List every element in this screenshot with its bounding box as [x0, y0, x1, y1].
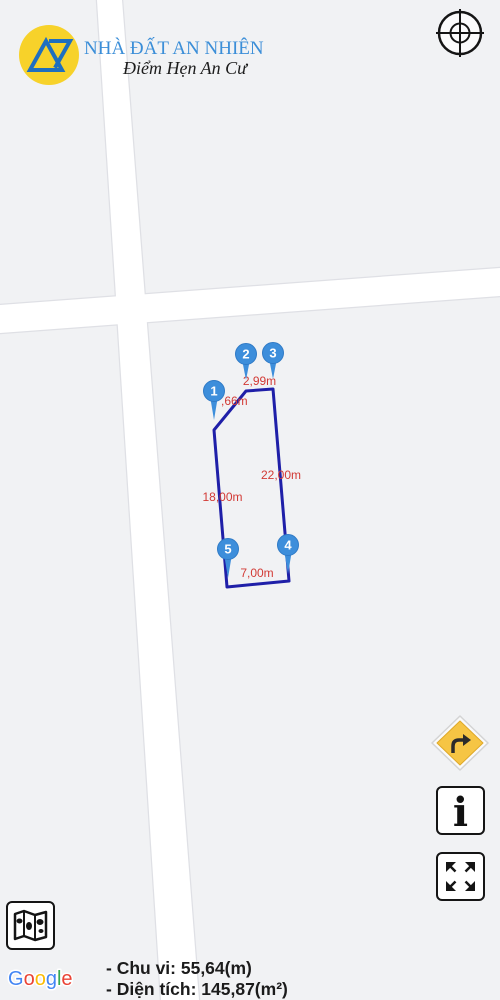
marker-number: 2: [242, 347, 249, 362]
edge-length-label-1-2: ,66m: [221, 394, 248, 408]
folded-map-landmass: [16, 918, 23, 924]
map-layers-button[interactable]: [6, 901, 55, 950]
info-button[interactable]: i: [436, 786, 485, 836]
google-logo-letter: o: [35, 968, 46, 990]
edge-length-label-4-5: 7,00m: [240, 566, 273, 580]
google-logo-letter: G: [8, 968, 24, 990]
marker-number: 4: [284, 538, 292, 553]
area-text: - Diện tích: 145,87(m²): [106, 979, 288, 999]
folded-map-landmass: [36, 919, 44, 925]
brand-logo-icon: [19, 25, 79, 85]
map-background: [0, 0, 500, 1000]
folded-map-landmass: [26, 922, 32, 930]
logo-circle: [19, 25, 79, 85]
folded-map-landmass: [38, 929, 44, 933]
brand-name: NHÀ ĐẤT AN NHIÊN: [84, 37, 264, 59]
google-logo-letter: e: [61, 968, 72, 990]
edge-length-label-2-3: 2,99m: [243, 374, 276, 388]
edge-length-label-5-1: 18,00m: [202, 490, 242, 504]
marker-number: 1: [210, 384, 217, 399]
google-logo-letter: g: [46, 968, 57, 990]
map-layers-icon: [13, 909, 48, 942]
google-logo-letter: o: [24, 968, 35, 990]
edge-length-label-3-4: 22,00m: [261, 468, 301, 482]
google-logo: Google: [8, 968, 73, 990]
marker-number: 3: [269, 346, 276, 361]
info-icon: i: [453, 789, 468, 836]
map-view[interactable]: ,66m 2,99m 22,00m 7,00m 18,00m 1 2 3 4 5: [0, 0, 500, 1000]
fullscreen-button[interactable]: [436, 852, 485, 901]
marker-number: 5: [224, 542, 231, 557]
fullscreen-button-frame: [436, 852, 485, 901]
perimeter-text: - Chu vi: 55,64(m): [106, 958, 252, 978]
brand-slogan: Điểm Hẹn An Cư: [122, 58, 248, 78]
